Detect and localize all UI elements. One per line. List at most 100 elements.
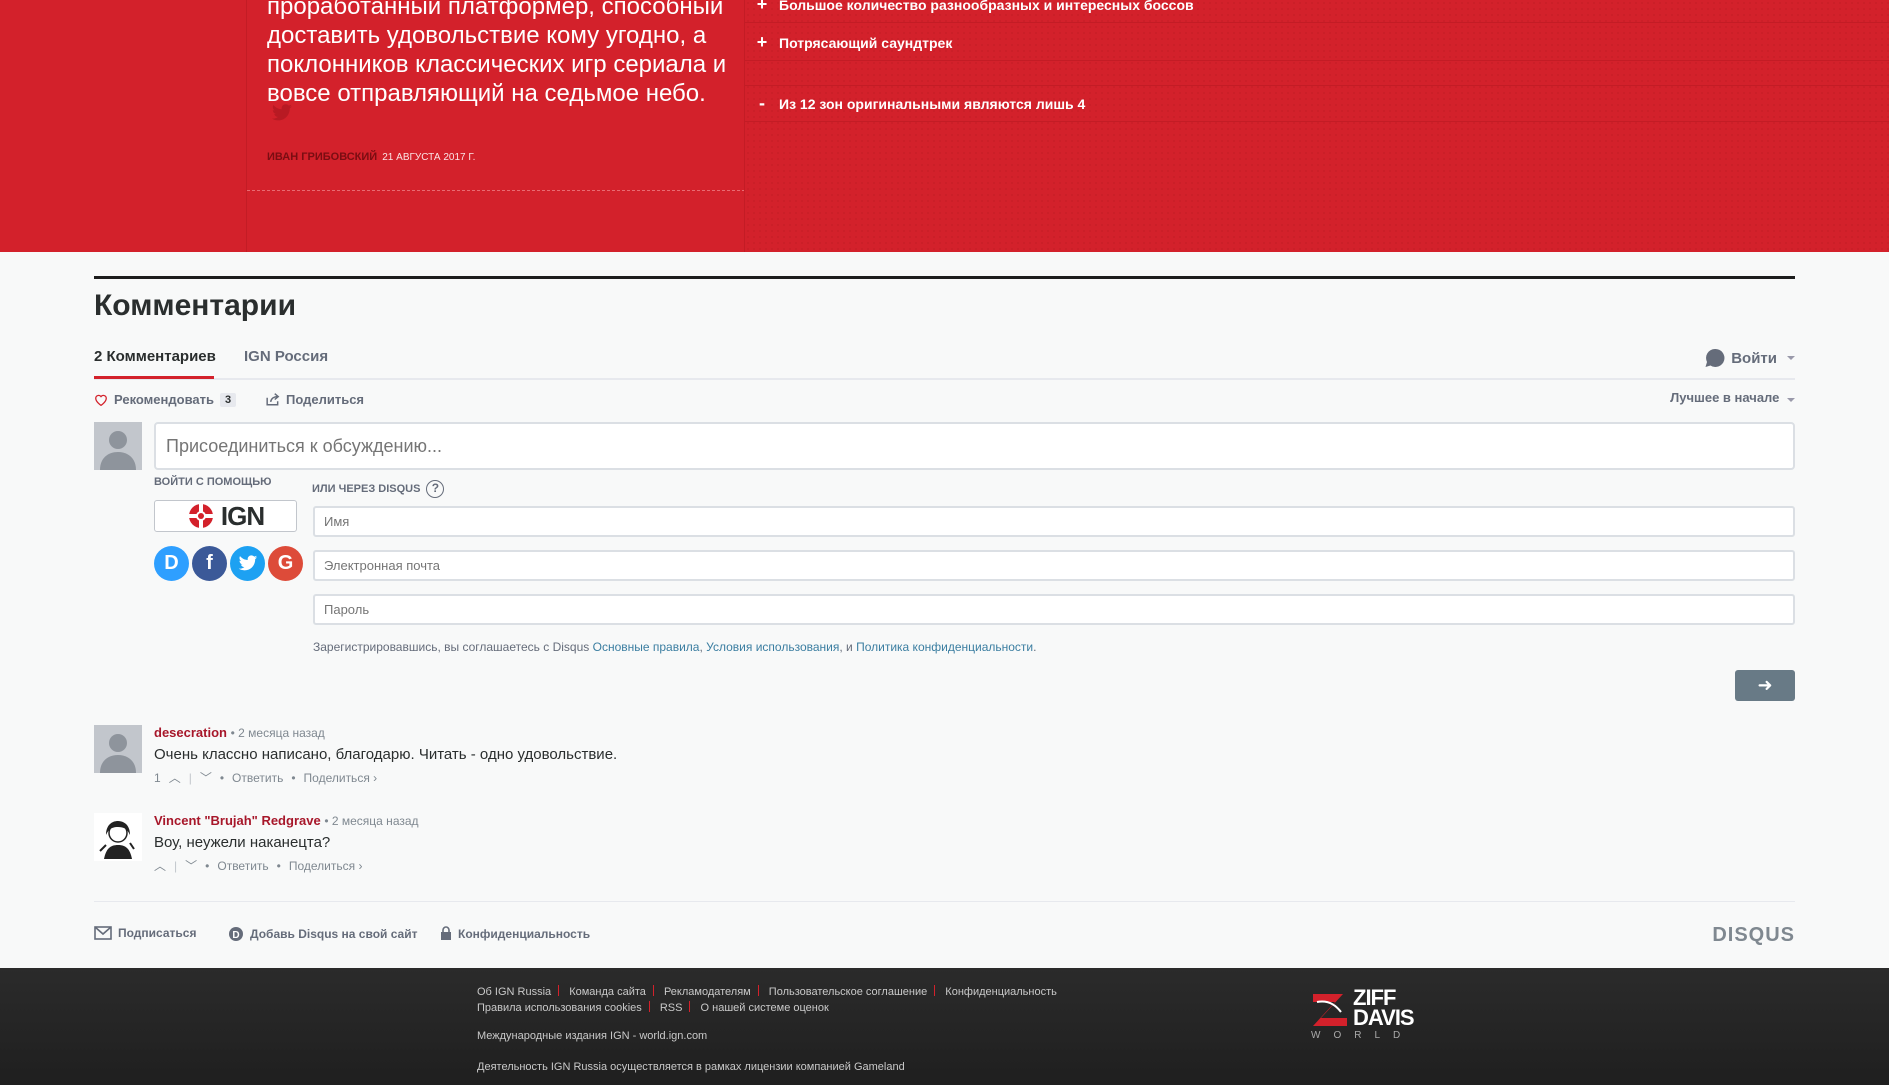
twitter-icon[interactable]: [271, 104, 293, 122]
tab-community[interactable]: IGN Россия: [244, 348, 328, 365]
brand-world: WORLD: [1311, 1030, 1414, 1041]
google-login-icon[interactable]: G: [268, 546, 303, 581]
minus-icon: -: [759, 93, 765, 113]
sort-label: Лучшее в начале: [1670, 390, 1780, 405]
privacy-policy-link[interactable]: Политика конфиденциальности: [856, 640, 1033, 654]
chevron-down-icon: [1787, 356, 1795, 360]
downvote-icon[interactable]: ﹀: [200, 769, 212, 786]
help-icon[interactable]: ?: [426, 480, 445, 498]
disqus-login-icon[interactable]: D: [154, 546, 189, 581]
footer-link-rss[interactable]: RSS: [660, 1002, 683, 1014]
comment-footer: 1 ︿ | ﹀ • Ответить • Поделиться ›: [154, 769, 378, 786]
disqus-logo[interactable]: DISQUS: [1712, 924, 1795, 947]
terms-comma: ,: [699, 640, 703, 654]
twitter-login-icon[interactable]: [230, 546, 265, 581]
name-field[interactable]: [313, 506, 1795, 537]
avatar[interactable]: [94, 725, 142, 773]
comment-body: desecration • 2 месяца назад Очень класс…: [154, 725, 617, 786]
verdict-column: проработанный платформер, способный дост…: [246, 0, 745, 252]
ign-logo-icon: [186, 502, 215, 530]
comment-author[interactable]: desecration: [154, 725, 227, 740]
comment-body: Vincent "Brujah" Redgrave • 2 месяца наз…: [154, 813, 419, 874]
disqus-footer: Подписаться D Добавь Disqus на свой сайт…: [94, 924, 1795, 947]
ziff-davis-mark-icon: [1313, 994, 1347, 1026]
recommend-label: Рекомендовать: [114, 392, 214, 407]
terms-dot: .: [1033, 640, 1037, 654]
add-disqus-label: Добавь Disqus на свой сайт: [250, 927, 418, 941]
email-field[interactable]: [313, 550, 1795, 581]
footer-link-privacy[interactable]: Конфиденциальность: [945, 986, 1057, 998]
reply-link[interactable]: Ответить: [232, 771, 283, 785]
comment-text: Очень классно написано, благодарю. Читат…: [154, 746, 618, 763]
subscribe-link[interactable]: Подписаться: [94, 926, 196, 940]
verdict-quote: проработанный платформер, способный дост…: [267, 0, 727, 107]
review-author[interactable]: Иван Грибовский: [267, 151, 377, 163]
footer-link-team[interactable]: Команда сайта: [569, 986, 646, 998]
terms-of-use-link[interactable]: Условия использования: [706, 640, 839, 654]
footer-link-cookies[interactable]: Правила использования cookies: [477, 1002, 642, 1014]
guidelines-link[interactable]: Основные правила: [593, 640, 700, 654]
pro-text: Большое количество разнообразных и интер…: [779, 0, 1194, 13]
footer-link-user-agreement[interactable]: Пользовательское соглашение: [769, 986, 927, 998]
upvote-icon[interactable]: ︿: [169, 769, 181, 786]
comment-meta: Vincent "Brujah" Redgrave • 2 месяца наз…: [154, 813, 419, 828]
share-link[interactable]: Поделиться ›: [304, 771, 378, 785]
pro-text: Потрясающий саундтрек: [779, 34, 953, 51]
downvote-icon[interactable]: ﹀: [185, 857, 197, 874]
section-rule: [94, 276, 1795, 279]
comments-heading: Комментарии: [94, 289, 297, 322]
con-text: Из 12 зон оригинальными являются лишь 4: [779, 95, 1086, 112]
arrow-right-icon: ➜: [1757, 675, 1773, 695]
site-footer: Об IGN Russia Команда сайта Рекламодател…: [0, 968, 1889, 1085]
comment-author[interactable]: Vincent "Brujah" Redgrave: [154, 813, 321, 828]
terms-and: , и: [839, 640, 853, 654]
privacy-link[interactable]: Конфиденциальность: [440, 926, 590, 941]
next-button[interactable]: ➜: [1735, 670, 1795, 701]
share-button[interactable]: Поделиться: [266, 392, 364, 407]
or-disqus-label: или через Disqus ?: [312, 480, 445, 498]
comments-section: Комментарии 2 Комментариев IGN Россия Во…: [94, 276, 1795, 946]
footer-link-about[interactable]: Об IGN Russia: [477, 986, 551, 998]
comment-composer-input[interactable]: [154, 422, 1795, 470]
facebook-login-icon[interactable]: f: [192, 546, 227, 581]
reply-link[interactable]: Ответить: [217, 859, 268, 873]
comment-time[interactable]: 2 месяца назад: [332, 814, 419, 828]
share-link[interactable]: Поделиться ›: [289, 859, 363, 873]
subscribe-label: Подписаться: [118, 926, 197, 940]
lock-icon: [441, 926, 451, 940]
login-menu[interactable]: Войти: [1705, 348, 1795, 368]
license-notice: Деятельность IGN Russia осуществляется в…: [477, 1061, 905, 1073]
pros-cons-column: + Большое количество разнообразных и инт…: [744, 0, 1889, 252]
tab-comments-count[interactable]: 2 Комментариев: [94, 348, 216, 365]
brand-davis: DAVIS: [1353, 1005, 1415, 1030]
pro-item: + Большое количество разнообразных и инт…: [745, 0, 1889, 23]
review-byline: Иван Грибовский 21 августа 2017 г.: [267, 151, 475, 163]
vote-count: 1: [154, 770, 161, 785]
spacer-row: [745, 62, 1889, 86]
upvote-icon[interactable]: ︿: [154, 857, 166, 874]
sort-dropdown[interactable]: Лучшее в начале: [1670, 390, 1795, 405]
ign-logo-text: IGN: [220, 500, 265, 531]
password-field[interactable]: [313, 594, 1795, 625]
disqus-tabs: 2 Комментариев IGN Россия Войти: [94, 342, 1795, 380]
recommend-count: 3: [219, 392, 237, 407]
footer-links: Об IGN Russia Команда сайта Рекламодател…: [477, 984, 1117, 1016]
svg-text:D: D: [232, 930, 239, 941]
terms-notice: Зарегистрировавшись, вы соглашаетесь с D…: [313, 640, 1036, 654]
review-verdict-band: проработанный платформер, способный дост…: [0, 0, 1889, 252]
divider: [94, 901, 1795, 902]
ziff-davis-logo[interactable]: ZIFF DAVIS WORLD: [1311, 987, 1415, 1042]
share-icon: [266, 393, 280, 406]
international-editions[interactable]: Международные издания IGN - world.ign.co…: [477, 1030, 707, 1042]
recommend-button[interactable]: Рекомендовать 3: [94, 392, 237, 407]
comment-time[interactable]: 2 месяца назад: [238, 726, 325, 740]
footer-link-rating-system[interactable]: О нашей системе оценок: [701, 1002, 829, 1014]
thread-actions: Рекомендовать 3 Поделиться Лучшее в нача…: [94, 386, 1795, 416]
avatar[interactable]: [94, 813, 142, 861]
add-disqus-link[interactable]: D Добавь Disqus на свой сайт: [228, 926, 417, 942]
footer-link-advertisers[interactable]: Рекламодателям: [664, 986, 751, 998]
ign-login-button[interactable]: IGN: [154, 500, 297, 532]
share-label: Поделиться: [286, 392, 365, 407]
login-with-label: Войти с помощью: [154, 476, 272, 488]
pro-item: + Потрясающий саундтрек: [745, 25, 1889, 61]
